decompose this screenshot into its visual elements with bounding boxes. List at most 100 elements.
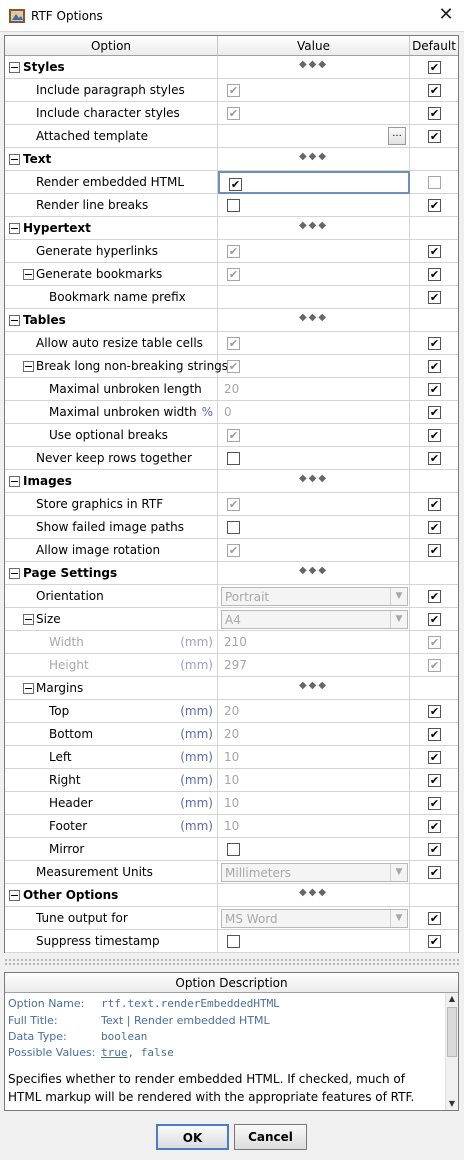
collapse-toggle-icon[interactable] [23,361,34,372]
value-checkbox[interactable]: ✔ [227,498,240,511]
value-cell[interactable]: ✔ [218,171,410,194]
value-cell[interactable]: ◆◆◆ [218,677,410,700]
default-checkbox[interactable]: ✔ [428,935,441,948]
default-cell[interactable]: ✔ [410,56,458,79]
value-cell[interactable]: 10 [218,746,410,769]
option-cell[interactable]: Height (mm) [5,654,218,677]
collapse-toggle-icon[interactable] [9,223,20,234]
value-dropdown[interactable]: A4 ▼ [221,610,408,629]
default-checkbox[interactable]: ✔ [428,406,441,419]
default-cell[interactable]: ✔ [410,769,458,792]
default-checkbox[interactable]: ✔ [428,360,441,373]
value-field[interactable]: 20 [224,727,239,741]
value-cell[interactable]: ✔ [218,240,410,263]
default-checkbox[interactable]: ✔ [428,291,441,304]
option-cell[interactable]: Suppress timestamp [5,930,218,953]
value-field[interactable]: 20 [224,382,239,396]
default-checkbox[interactable]: ✔ [428,268,441,281]
value-checkbox[interactable]: ✔ [227,268,240,281]
default-checkbox[interactable]: ✔ [428,544,441,557]
table-row[interactable]: Allow image rotation ✔ ✔ [5,539,458,562]
value-checkbox[interactable]: ✔ [227,84,240,97]
default-cell[interactable] [410,217,458,240]
option-cell[interactable]: Store graphics in RTF [5,493,218,516]
table-row[interactable]: Bottom (mm) 20 ✔ [5,723,458,746]
table-row[interactable]: Attached template... ✔ [5,125,458,148]
default-checkbox[interactable]: ✔ [428,636,441,649]
collapse-toggle-icon[interactable] [9,315,20,326]
value-cell[interactable]: ◆◆◆ [218,562,410,585]
option-cell[interactable]: Size [5,608,218,631]
default-cell[interactable]: ✔ [410,792,458,815]
value-cell[interactable]: MS Word ▼ [218,907,410,930]
option-cell[interactable]: Allow auto resize table cells [5,332,218,355]
value-checkbox[interactable] [227,935,240,948]
value-cell[interactable]: A4 ▼ [218,608,410,631]
option-cell[interactable]: Hypertext [5,217,218,240]
default-cell[interactable]: ✔ [410,539,458,562]
default-checkbox[interactable]: ✔ [428,912,441,925]
value-cell[interactable]: Millimeters ▼ [218,861,410,884]
option-cell[interactable]: Generate hyperlinks [5,240,218,263]
table-row[interactable]: Render line breaks ✔ [5,194,458,217]
table-row[interactable]: Footer (mm) 10 ✔ [5,815,458,838]
column-header-value[interactable]: Value [218,36,410,56]
default-cell[interactable]: ✔ [410,585,458,608]
chevron-down-icon[interactable]: ▼ [390,910,407,927]
option-cell[interactable]: Maximal unbroken length [5,378,218,401]
option-cell[interactable]: Other Options [5,884,218,907]
collapse-toggle-icon[interactable] [9,568,20,579]
value-field[interactable]: 0 [224,405,232,419]
table-row[interactable]: Maximal unbroken width% 0 ✔ [5,401,458,424]
value-field[interactable]: 10 [224,773,239,787]
option-cell[interactable]: Maximal unbroken width% [5,401,218,424]
default-cell[interactable]: ✔ [410,631,458,654]
default-checkbox[interactable]: ✔ [428,107,441,120]
value-checkbox[interactable] [227,521,240,534]
table-row[interactable]: Orientation Portrait ▼ ✔ [5,585,458,608]
default-cell[interactable]: ✔ [410,240,458,263]
option-cell[interactable]: Left (mm) [5,746,218,769]
table-row[interactable]: Suppress timestamp ✔ [5,930,458,953]
value-field[interactable]: 10 [224,750,239,764]
table-row[interactable]: Include character styles ✔ ✔ [5,102,458,125]
value-dropdown[interactable]: MS Word ▼ [221,909,408,928]
column-header-option[interactable]: Option [5,36,218,56]
option-cell[interactable]: Use optional breaks [5,424,218,447]
value-cell[interactable]: ◆◆◆ [218,309,410,332]
value-cell[interactable]: 297 [218,654,410,677]
collapse-toggle-icon[interactable] [23,269,34,280]
default-checkbox[interactable]: ✔ [428,245,441,258]
default-cell[interactable]: ✔ [410,194,458,217]
default-cell[interactable]: ✔ [410,286,458,309]
table-row[interactable]: Render embedded HTML ✔ [5,171,458,194]
table-row[interactable]: Include paragraph styles ✔ ✔ [5,79,458,102]
default-cell[interactable]: ✔ [410,424,458,447]
default-cell[interactable]: ✔ [410,332,458,355]
value-checkbox[interactable]: ✔ [227,107,240,120]
chevron-down-icon[interactable]: ▼ [390,864,407,881]
default-cell[interactable]: ✔ [410,355,458,378]
value-cell[interactable]: 20 [218,723,410,746]
option-cell[interactable]: Generate bookmarks [5,263,218,286]
option-cell[interactable]: Right (mm) [5,769,218,792]
value-field[interactable]: 10 [224,796,239,810]
table-row[interactable]: Header (mm) 10 ✔ [5,792,458,815]
default-cell[interactable]: ✔ [410,516,458,539]
option-cell[interactable]: Images [5,470,218,493]
value-cell[interactable]: ◆◆◆ [218,470,410,493]
value-cell[interactable]: 210 [218,631,410,654]
default-checkbox[interactable] [428,176,441,189]
value-field[interactable]: 297 [224,658,247,672]
value-cell[interactable]: ◆◆◆ [218,56,410,79]
scroll-down-icon[interactable]: ▼ [446,1098,458,1110]
option-cell[interactable]: Tables [5,309,218,332]
value-cell[interactable]: 10 [218,769,410,792]
value-cell[interactable]: ✔ [218,102,410,125]
default-cell[interactable]: ✔ [410,907,458,930]
default-cell[interactable]: ✔ [410,930,458,953]
option-cell[interactable]: Bottom (mm) [5,723,218,746]
table-row[interactable]: Maximal unbroken length 20 ✔ [5,378,458,401]
value-checkbox[interactable]: ✔ [227,429,240,442]
browse-button[interactable]: ... [388,127,406,145]
